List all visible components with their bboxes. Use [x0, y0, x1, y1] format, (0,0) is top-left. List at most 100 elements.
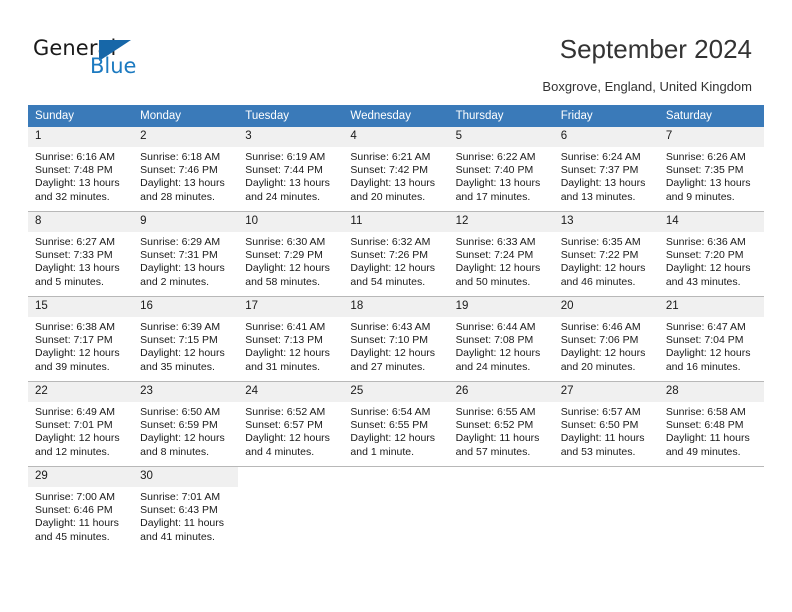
daylight-duration-line1: Daylight: 12 hours: [350, 432, 436, 445]
calendar-day-cell[interactable]: 24 Sunrise: 6:52 AM Sunset: 6:57 PM Dayligh…: [238, 381, 344, 467]
day-number: 30: [133, 467, 239, 487]
daylight-duration-line2: and 20 minutes.: [350, 190, 426, 203]
calendar-day-cell[interactable]: 3 Sunrise: 6:19 AM Sunset: 7:44 PM Daylight…: [238, 127, 344, 212]
day-number: 1: [28, 127, 134, 147]
calendar-day-cell[interactable]: 25 Sunrise: 6:54 AM Sunset: 6:55 PM Dayligh…: [343, 381, 449, 467]
day-sun-info: Sunrise: 6:16 AM Sunset: 7:48 PM Daylight:…: [28, 147, 133, 204]
day-cell-inner: 30 Sunrise: 7:01 AM Sunset: 6:43 PM Dayligh…: [133, 467, 239, 551]
day-sun-info: Sunrise: 6:24 AM Sunset: 7:37 PM Daylight:…: [554, 147, 659, 204]
calendar-day-cell[interactable]: 2 Sunrise: 6:18 AM Sunset: 7:46 PM Daylight…: [133, 127, 239, 212]
daylight-duration-line2: and 17 minutes.: [455, 190, 531, 203]
day-cell-inner: 4 Sunrise: 6:21 AM Sunset: 7:42 PM Daylight…: [343, 127, 449, 211]
sunrise-time: Sunrise: 6:32 AM: [350, 236, 431, 248]
daylight-duration-line1: Daylight: 12 hours: [35, 347, 120, 360]
day-number: 13: [553, 212, 659, 232]
sunrise-time: Sunrise: 6:44 AM: [455, 321, 536, 333]
sunrise-time: Sunrise: 6:58 AM: [665, 406, 746, 418]
calendar-day-cell[interactable]: 7 Sunrise: 6:26 AM Sunset: 7:35 PM Daylight…: [658, 127, 764, 212]
sunrise-time: Sunrise: 6:27 AM: [35, 236, 115, 248]
day-sun-info: Sunrise: 6:22 AM Sunset: 7:40 PM Daylight:…: [449, 147, 554, 204]
daylight-duration-line2: and 46 minutes.: [560, 275, 636, 288]
day-sun-info: [343, 487, 448, 491]
calendar-day-cell[interactable]: 21 Sunrise: 6:47 AM Sunset: 7:04 PM Dayligh…: [658, 296, 764, 382]
calendar-day-cell[interactable]: 6 Sunrise: 6:24 AM Sunset: 7:37 PM Daylight…: [553, 127, 659, 212]
day-number: 2: [133, 127, 239, 147]
day-sun-info: Sunrise: 6:29 AM Sunset: 7:31 PM Daylight:…: [133, 232, 238, 289]
day-sun-info: Sunrise: 6:19 AM Sunset: 7:44 PM Daylight:…: [238, 147, 343, 204]
daylight-duration-line2: and 20 minutes.: [560, 360, 636, 373]
sunset-time: Sunset: 6:55 PM: [350, 419, 429, 432]
weekday-header-thursday: Thursday: [448, 105, 554, 127]
daylight-duration-line1: Daylight: 12 hours: [245, 347, 330, 360]
daylight-duration-line2: and 4 minutes.: [245, 445, 315, 458]
weekday-header-sunday: Sunday: [28, 105, 134, 127]
sunset-time: Sunset: 6:46 PM: [35, 504, 113, 517]
daylight-duration-line1: Daylight: 13 hours: [35, 262, 120, 275]
daylight-duration-line2: and 49 minutes.: [665, 445, 741, 458]
day-sun-info: Sunrise: 6:54 AM Sunset: 6:55 PM Daylight:…: [343, 402, 448, 459]
calendar-day-cell-empty: [238, 466, 344, 551]
day-number: 16: [133, 297, 239, 317]
daylight-duration-line2: and 50 minutes.: [455, 275, 531, 288]
day-cell-inner: 22 Sunrise: 6:49 AM Sunset: 7:01 PM Dayligh…: [28, 382, 134, 466]
calendar-day-cell[interactable]: 1 Sunrise: 6:16 AM Sunset: 7:48 PM Daylight…: [28, 127, 134, 212]
sunset-time: Sunset: 6:43 PM: [140, 504, 218, 517]
daylight-duration-line1: Daylight: 13 hours: [140, 262, 225, 275]
calendar-day-cell[interactable]: 18 Sunrise: 6:43 AM Sunset: 7:10 PM Dayligh…: [343, 296, 449, 382]
day-sun-info: Sunrise: 7:01 AM Sunset: 6:43 PM Daylight:…: [133, 487, 238, 544]
day-number: 23: [133, 382, 239, 402]
calendar-day-cell[interactable]: 9 Sunrise: 6:29 AM Sunset: 7:31 PM Daylight…: [133, 211, 239, 297]
sunrise-time: Sunrise: 6:29 AM: [140, 236, 221, 248]
daylight-duration-line1: Daylight: 12 hours: [140, 432, 225, 445]
day-number: 24: [238, 382, 344, 402]
calendar-day-cell[interactable]: 4 Sunrise: 6:21 AM Sunset: 7:42 PM Daylight…: [343, 127, 449, 212]
day-sun-info: [449, 487, 554, 491]
calendar-day-cell[interactable]: 27 Sunrise: 6:57 AM Sunset: 6:50 PM Dayligh…: [553, 381, 659, 467]
page-header: General Blue September 2024 Boxgrove, En…: [0, 0, 792, 105]
daylight-duration-line1: Daylight: 12 hours: [140, 347, 225, 360]
day-sun-info: Sunrise: 6:46 AM Sunset: 7:06 PM Daylight:…: [554, 317, 659, 374]
page-title: September 2024: [559, 34, 752, 64]
day-cell-inner: 13 Sunrise: 6:35 AM Sunset: 7:22 PM Dayligh…: [553, 212, 659, 296]
calendar-day-cell[interactable]: 10 Sunrise: 6:30 AM Sunset: 7:29 PM Dayligh…: [238, 211, 344, 297]
daylight-duration-line2: and 8 minutes.: [140, 445, 210, 458]
day-sun-info: Sunrise: 6:44 AM Sunset: 7:08 PM Daylight:…: [449, 317, 554, 374]
day-cell-inner: 20 Sunrise: 6:46 AM Sunset: 7:06 PM Dayligh…: [553, 297, 659, 381]
daylight-duration-line2: and 12 minutes.: [35, 445, 110, 458]
sunrise-time: Sunrise: 6:41 AM: [245, 321, 326, 333]
calendar-day-cell[interactable]: 15 Sunrise: 6:38 AM Sunset: 7:17 PM Dayligh…: [28, 296, 134, 382]
calendar-day-cell[interactable]: 30 Sunrise: 7:01 AM Sunset: 6:43 PM Dayligh…: [133, 466, 239, 551]
day-cell-inner: 2 Sunrise: 6:18 AM Sunset: 7:46 PM Daylight…: [133, 127, 239, 211]
calendar-day-cell[interactable]: 12 Sunrise: 6:33 AM Sunset: 7:24 PM Dayligh…: [448, 211, 554, 297]
calendar-day-cell[interactable]: 16 Sunrise: 6:39 AM Sunset: 7:15 PM Dayligh…: [133, 296, 239, 382]
calendar-day-cell[interactable]: 23 Sunrise: 6:50 AM Sunset: 6:59 PM Dayligh…: [133, 381, 239, 467]
calendar-day-cell[interactable]: 14 Sunrise: 6:36 AM Sunset: 7:20 PM Dayligh…: [658, 211, 764, 297]
calendar-day-cell[interactable]: 5 Sunrise: 6:22 AM Sunset: 7:40 PM Daylight…: [448, 127, 554, 212]
sunrise-time: Sunrise: 6:50 AM: [140, 406, 221, 418]
calendar-day-cell[interactable]: 28 Sunrise: 6:58 AM Sunset: 6:48 PM Dayligh…: [658, 381, 764, 467]
sunrise-time: Sunrise: 6:43 AM: [350, 321, 431, 333]
sunset-time: Sunset: 6:59 PM: [140, 419, 218, 432]
day-sun-info: Sunrise: 7:00 AM Sunset: 6:46 PM Daylight:…: [28, 487, 133, 544]
calendar-day-cell[interactable]: 22 Sunrise: 6:49 AM Sunset: 7:01 PM Dayligh…: [28, 381, 134, 467]
calendar-day-cell[interactable]: 26 Sunrise: 6:55 AM Sunset: 6:52 PM Dayligh…: [448, 381, 554, 467]
daylight-duration-line1: Daylight: 13 hours: [455, 177, 541, 190]
daylight-duration-line1: Daylight: 11 hours: [35, 517, 119, 530]
day-cell-inner: 28 Sunrise: 6:58 AM Sunset: 6:48 PM Dayligh…: [658, 382, 764, 466]
calendar-day-cell[interactable]: 29 Sunrise: 7:00 AM Sunset: 6:46 PM Dayligh…: [28, 466, 134, 551]
day-cell-inner: 9 Sunrise: 6:29 AM Sunset: 7:31 PM Daylight…: [133, 212, 239, 296]
day-number: [448, 467, 554, 487]
calendar-day-cell[interactable]: 11 Sunrise: 6:32 AM Sunset: 7:26 PM Dayligh…: [343, 211, 449, 297]
calendar-day-cell[interactable]: 19 Sunrise: 6:44 AM Sunset: 7:08 PM Dayligh…: [448, 296, 554, 382]
day-cell-inner: 16 Sunrise: 6:39 AM Sunset: 7:15 PM Dayligh…: [133, 297, 239, 381]
sunset-time: Sunset: 7:17 PM: [35, 334, 113, 347]
calendar-day-cell[interactable]: 8 Sunrise: 6:27 AM Sunset: 7:33 PM Daylight…: [28, 211, 134, 297]
sunrise-time: Sunrise: 6:21 AM: [350, 151, 431, 163]
calendar-day-cell[interactable]: 20 Sunrise: 6:46 AM Sunset: 7:06 PM Dayligh…: [553, 296, 659, 382]
day-cell-inner: [553, 467, 659, 551]
calendar-day-cell[interactable]: 13 Sunrise: 6:35 AM Sunset: 7:22 PM Dayligh…: [553, 211, 659, 297]
day-cell-inner: 1 Sunrise: 6:16 AM Sunset: 7:48 PM Daylight…: [28, 127, 134, 211]
calendar-day-cell[interactable]: 17 Sunrise: 6:41 AM Sunset: 7:13 PM Dayligh…: [238, 296, 344, 382]
daylight-duration-line2: and 27 minutes.: [350, 360, 426, 373]
day-cell-inner: [238, 467, 344, 551]
